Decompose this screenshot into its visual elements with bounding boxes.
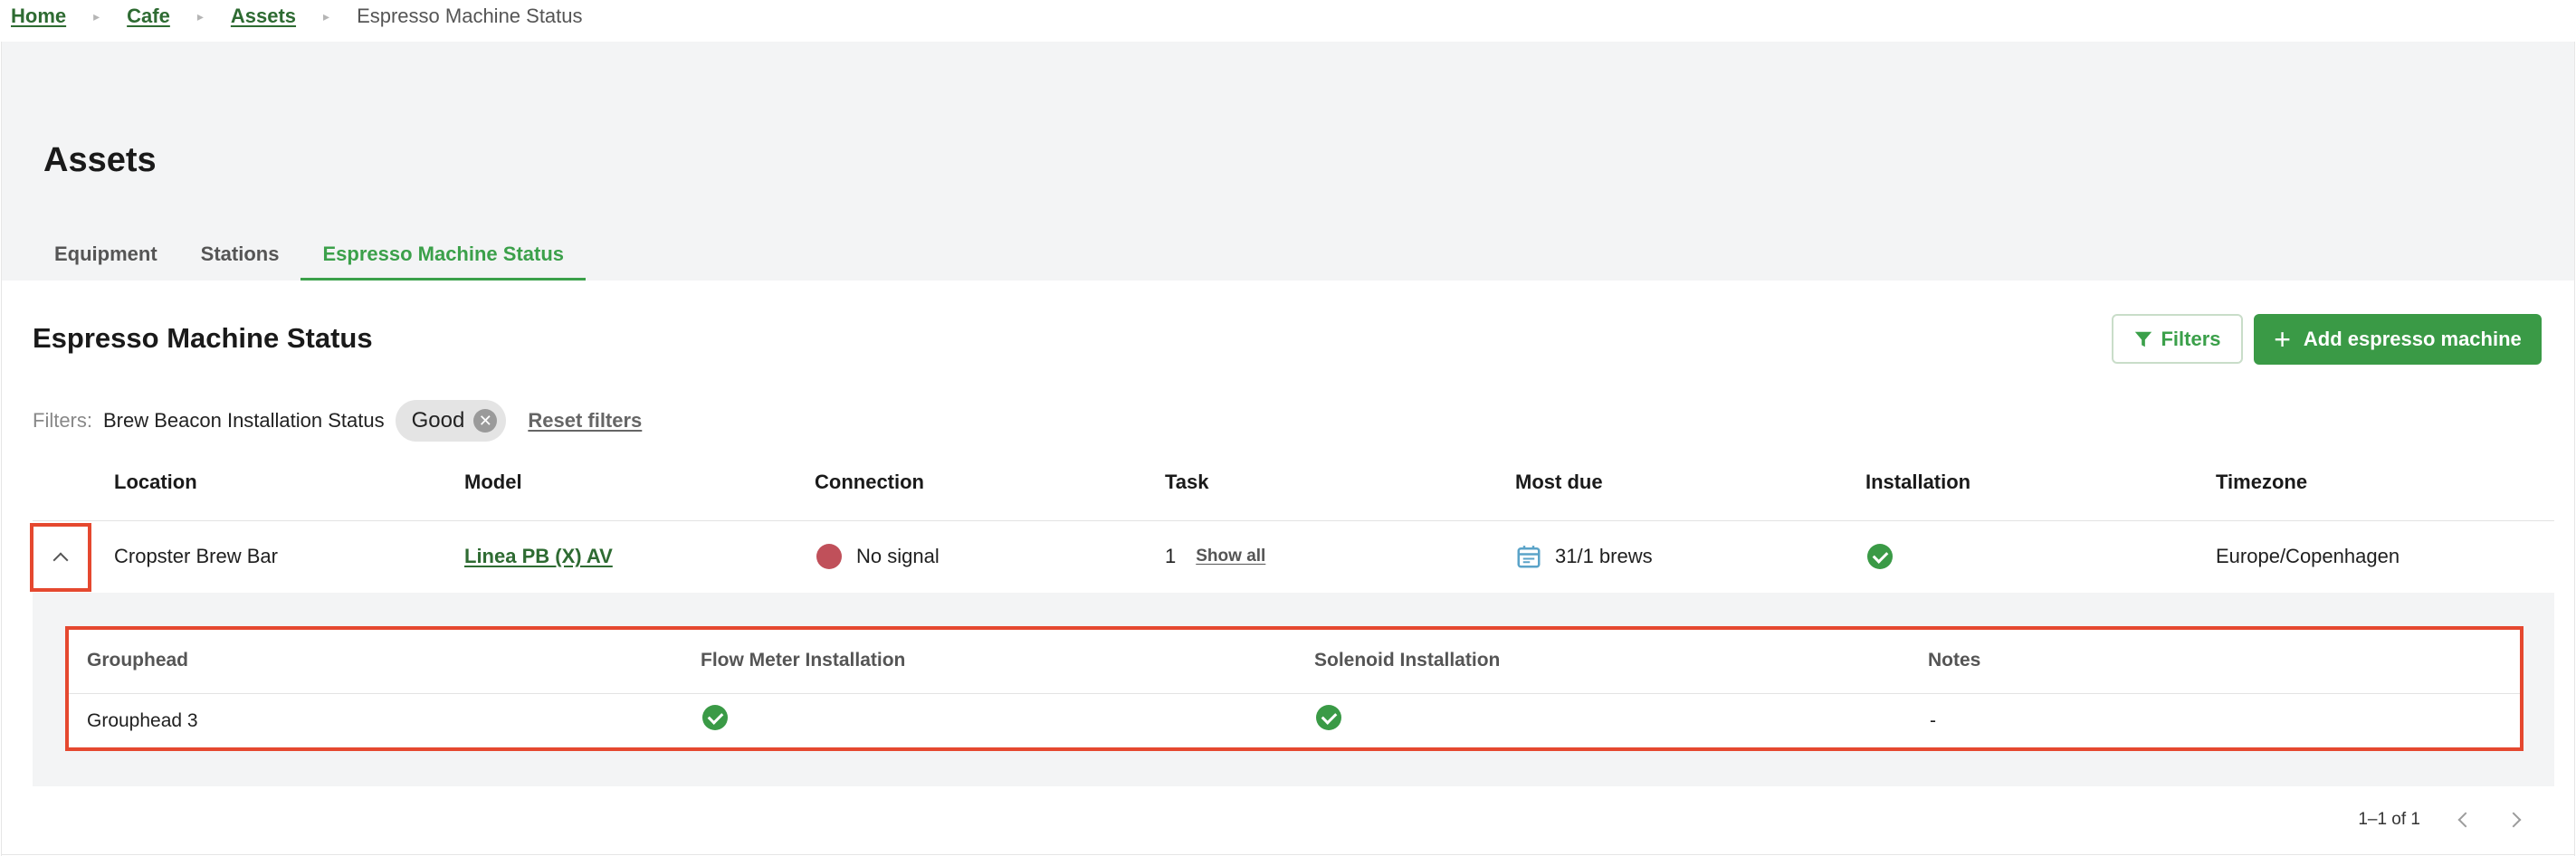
breadcrumb: Home ▸ Cafe ▸ Assets ▸ Espresso Machine … [11,0,583,33]
pagination: 1–1 of 1 [2358,805,2525,834]
filter-icon [2135,331,2152,347]
subtable-cell-solenoid [1316,704,1341,731]
plus-icon: + [2274,323,2291,356]
column-header-task[interactable]: Task [1165,471,1209,494]
cell-task: 1 Show all [1165,543,1265,570]
filters-button-label: Filters [2161,327,2221,350]
close-circle-icon[interactable]: ✕ [473,409,498,433]
calendar-icon [1517,546,1541,568]
cell-location: Cropster Brew Bar [114,545,278,567]
active-filters: Filters: Brew Beacon Installation Status… [33,398,642,443]
column-header-model[interactable]: Model [464,471,522,494]
filter-name: Brew Beacon Installation Status [103,409,385,432]
check-circle-icon [702,705,728,730]
add-espresso-machine-button[interactable]: + Add espresso machine [2254,314,2542,365]
column-header-timezone[interactable]: Timezone [2216,471,2307,494]
cell-most-due: 31/1 brews [1515,543,1653,570]
subtable-cell-flow-meter [702,704,728,731]
breadcrumb-separator-icon: ▸ [93,8,100,24]
subtable-divider [69,693,2520,694]
pagination-range: 1–1 of 1 [2358,810,2420,829]
page-title: Assets [43,141,157,179]
subtable-cell-notes: - [1930,710,1936,731]
subtable-header-notes: Notes [1928,650,1981,671]
most-due-value: 31/1 brews [1555,545,1653,567]
tab-equipment[interactable]: Equipment [33,228,179,281]
status-dot-icon [816,544,842,569]
frame-border [2,854,2574,855]
column-header-most-due[interactable]: Most due [1515,471,1603,494]
tab-bar: Equipment Stations Espresso Machine Stat… [33,228,586,281]
subtable-header-flow-meter: Flow Meter Installation [701,650,906,671]
subtable-cell-grouphead: Grouphead 3 [87,710,198,731]
tab-espresso-machine-status[interactable]: Espresso Machine Status [301,228,586,281]
frame-border [2574,42,2575,856]
cell-connection: No signal [816,543,940,570]
filter-chip-label: Good [411,408,465,433]
breadcrumb-separator-icon: ▸ [196,8,204,24]
filters-label: Filters: [33,409,92,432]
chevron-right-icon[interactable] [2505,810,2525,830]
section-title: Espresso Machine Status [33,322,373,354]
model-link[interactable]: Linea PB (X) AV [464,545,613,568]
breadcrumb-assets[interactable]: Assets [231,5,296,28]
chevron-left-icon[interactable] [2453,810,2473,830]
breadcrumb-separator-icon: ▸ [323,8,330,24]
show-all-tasks-link[interactable]: Show all [1196,547,1265,566]
connection-status: No signal [856,545,940,567]
cell-model: Linea PB (X) AV [464,543,613,570]
tab-stations[interactable]: Stations [179,228,301,281]
subtable-header-grouphead: Grouphead [87,650,189,671]
task-count: 1 [1165,545,1177,567]
reset-filters-link[interactable]: Reset filters [528,409,642,433]
cell-installation [1867,543,1893,570]
row-divider [33,520,2554,521]
subtable-header-solenoid: Solenoid Installation [1314,650,1501,671]
column-header-connection[interactable]: Connection [815,471,924,494]
breadcrumb-cafe[interactable]: Cafe [127,5,170,28]
add-button-label: Add espresso machine [2303,328,2522,350]
column-header-location[interactable]: Location [114,471,197,494]
breadcrumb-home[interactable]: Home [11,5,66,28]
collapse-row-button[interactable] [30,523,91,592]
filters-button[interactable]: Filters [2112,314,2243,364]
chevron-up-icon [52,552,69,568]
breadcrumb-current: Espresso Machine Status [357,5,583,27]
check-circle-icon [1316,705,1341,730]
column-header-installation[interactable]: Installation [1865,471,1970,494]
cell-timezone: Europe/Copenhagen [2216,545,2400,567]
filter-chip: Good ✕ [395,400,507,442]
check-circle-icon [1867,544,1893,569]
grouphead-subtable: Grouphead Flow Meter Installation Soleno… [65,626,2524,751]
